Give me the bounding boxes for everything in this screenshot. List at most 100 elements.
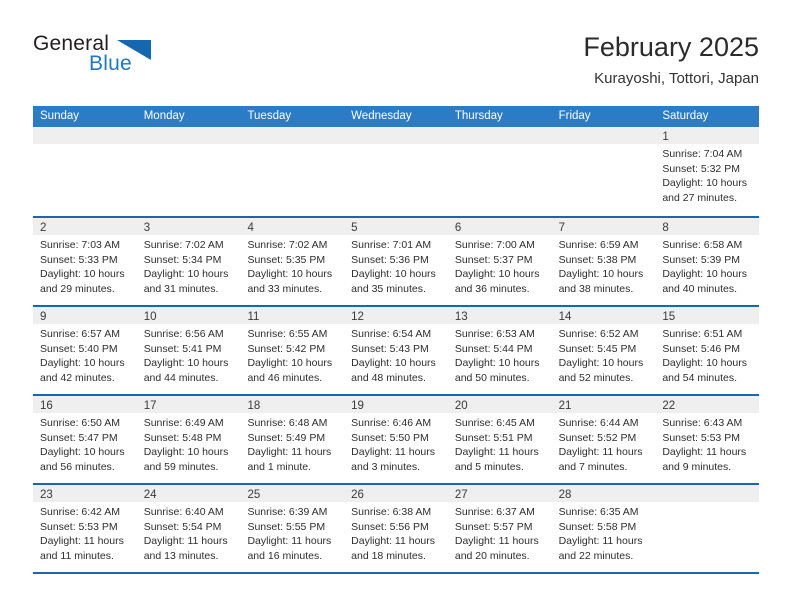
daylight-text-cont: and 22 minutes.	[558, 549, 634, 562]
calendar-day-cell[interactable]: 14 Sunrise: 6:52 AM Sunset: 5:45 PM Dayligh…	[551, 307, 656, 394]
grid-bottom-border	[33, 572, 759, 574]
sunset-text: Sunset: 5:37 PM	[454, 253, 533, 266]
calendar-day-cell[interactable]: 21 Sunrise: 6:44 AM Sunset: 5:52 PM Dayligh…	[551, 396, 656, 483]
calendar-day-cell[interactable]: 7 Sunrise: 6:59 AM Sunset: 5:38 PM Daylight…	[551, 218, 656, 305]
calendar-day-cell[interactable]: 10 Sunrise: 6:56 AM Sunset: 5:41 PM Dayligh…	[136, 307, 241, 394]
calendar-day-cell[interactable]: 18 Sunrise: 6:48 AM Sunset: 5:49 PM Dayligh…	[240, 396, 345, 483]
day-number-band	[551, 127, 656, 144]
day-details: Sunrise: 6:39 AM Sunset: 5:55 PM Daylight:…	[240, 502, 344, 563]
day-number: 16	[40, 400, 53, 412]
daylight-text-cont: and 3 minutes.	[351, 460, 421, 473]
weekday-header-friday: Friday	[558, 110, 591, 122]
day-details: Sunrise: 6:48 AM Sunset: 5:49 PM Daylight:…	[240, 413, 344, 474]
sunset-text: Sunset: 5:53 PM	[40, 520, 118, 533]
calendar-day-cell[interactable]: 17 Sunrise: 6:49 AM Sunset: 5:48 PM Dayligh…	[136, 396, 241, 483]
day-details: Sunrise: 6:40 AM Sunset: 5:54 PM Daylight:…	[137, 502, 241, 563]
weekday-header-sunday: Sunday	[40, 110, 80, 122]
calendar-day-cell[interactable]: 11 Sunrise: 6:55 AM Sunset: 5:42 PM Dayligh…	[240, 307, 345, 394]
day-number-band: 18	[240, 396, 345, 413]
day-number: 3	[143, 222, 151, 234]
day-number: 25	[247, 489, 261, 501]
sunrise-text: Sunrise: 7:02 AM	[247, 239, 328, 251]
sunrise-text: Sunrise: 6:53 AM	[454, 328, 535, 340]
day-number: 6	[454, 222, 462, 234]
calendar-day-cell[interactable]: 28 Sunrise: 6:35 AM Sunset: 5:58 PM Dayligh…	[551, 485, 656, 572]
calendar-day-cell-empty	[655, 485, 760, 572]
daylight-text: Daylight: 10 hours	[143, 357, 229, 370]
day-number-band: 15	[655, 307, 760, 324]
calendar-day-cell[interactable]: 15 Sunrise: 6:51 AM Sunset: 5:46 PM Dayligh…	[655, 307, 760, 394]
calendar-day-cell[interactable]: 1 Sunrise: 7:04 AM Sunset: 5:32 PM Daylight…	[655, 127, 760, 216]
calendar-day-cell[interactable]: 24 Sunrise: 6:40 AM Sunset: 5:54 PM Dayligh…	[136, 485, 241, 572]
calendar-day-cell[interactable]: 19 Sunrise: 6:46 AM Sunset: 5:50 PM Dayligh…	[344, 396, 448, 483]
sunrise-text: Sunrise: 6:42 AM	[40, 506, 120, 518]
sunset-text: Sunset: 5:36 PM	[351, 253, 429, 266]
daylight-text-cont: and 38 minutes.	[558, 282, 634, 295]
daylight-text: Daylight: 11 hours	[40, 535, 124, 548]
day-details: Sunrise: 6:46 AM Sunset: 5:50 PM Daylight:…	[344, 413, 448, 474]
calendar-day-cell[interactable]: 27 Sunrise: 6:37 AM Sunset: 5:57 PM Dayligh…	[447, 485, 552, 572]
daylight-text: Daylight: 10 hours	[454, 268, 540, 281]
sunset-text: Sunset: 5:42 PM	[247, 342, 326, 355]
daylight-text-cont: and 27 minutes.	[662, 191, 738, 204]
daylight-text-cont: and 11 minutes.	[40, 549, 114, 562]
daylight-text-cont: and 13 minutes.	[143, 549, 219, 562]
day-number-band: 13	[447, 307, 552, 324]
day-number-band: 6	[447, 218, 552, 235]
calendar-day-cell[interactable]: 9 Sunrise: 6:57 AM Sunset: 5:40 PM Daylight…	[33, 307, 137, 394]
calendar-week-row: 1 Sunrise: 7:04 AM Sunset: 5:32 PM Daylight…	[33, 127, 760, 216]
daylight-text: Daylight: 11 hours	[558, 446, 643, 459]
day-number: 23	[40, 489, 53, 501]
day-number: 19	[351, 400, 364, 412]
daylight-text: Daylight: 10 hours	[247, 268, 333, 281]
daylight-text-cont: and 20 minutes.	[454, 549, 530, 562]
day-number: 8	[662, 222, 669, 234]
calendar-day-cell[interactable]: 8 Sunrise: 6:58 AM Sunset: 5:39 PM Daylight…	[655, 218, 760, 305]
day-details: Sunrise: 6:49 AM Sunset: 5:48 PM Daylight:…	[137, 413, 241, 474]
weekday-header-monday: Monday	[143, 110, 185, 122]
day-number-band: 19	[344, 396, 448, 413]
day-details: Sunrise: 6:57 AM Sunset: 5:40 PM Daylight:…	[33, 324, 137, 385]
calendar-day-cell[interactable]: 23 Sunrise: 6:42 AM Sunset: 5:53 PM Dayligh…	[33, 485, 137, 572]
daylight-text: Daylight: 10 hours	[351, 268, 436, 281]
sunset-text: Sunset: 5:38 PM	[558, 253, 637, 266]
day-number: 14	[558, 311, 572, 323]
sunset-text: Sunset: 5:45 PM	[558, 342, 637, 355]
calendar-day-cell[interactable]: 13 Sunrise: 6:53 AM Sunset: 5:44 PM Dayligh…	[447, 307, 552, 394]
daylight-text: Daylight: 11 hours	[558, 535, 643, 548]
calendar-day-cell[interactable]: 3 Sunrise: 7:02 AM Sunset: 5:34 PM Daylight…	[136, 218, 241, 305]
daylight-text: Daylight: 11 hours	[662, 446, 747, 459]
daylight-text: Daylight: 11 hours	[247, 535, 332, 548]
calendar-day-cell[interactable]: 12 Sunrise: 6:54 AM Sunset: 5:43 PM Dayligh…	[344, 307, 448, 394]
day-details	[655, 502, 759, 505]
daylight-text: Daylight: 11 hours	[351, 446, 436, 459]
calendar-day-cell[interactable]: 25 Sunrise: 6:39 AM Sunset: 5:55 PM Dayligh…	[240, 485, 345, 572]
day-details: Sunrise: 6:38 AM Sunset: 5:56 PM Daylight:…	[344, 502, 448, 563]
daylight-text-cont: and 56 minutes.	[40, 460, 115, 473]
daylight-text-cont: and 33 minutes.	[247, 282, 323, 295]
sunrise-text: Sunrise: 6:49 AM	[143, 417, 224, 429]
sunrise-text: Sunrise: 6:59 AM	[558, 239, 639, 251]
calendar-day-cell[interactable]: 5 Sunrise: 7:01 AM Sunset: 5:36 PM Daylight…	[344, 218, 448, 305]
daylight-text-cont: and 52 minutes.	[558, 371, 634, 384]
day-number-band: 1	[655, 127, 760, 144]
calendar-day-cell[interactable]: 22 Sunrise: 6:43 AM Sunset: 5:53 PM Dayligh…	[655, 396, 760, 483]
calendar-day-cell-empty	[447, 127, 552, 216]
page-header: General Blue February 2025 Kurayoshi, To…	[33, 30, 759, 100]
sunset-text: Sunset: 5:55 PM	[247, 520, 326, 533]
calendar-day-cell[interactable]: 2 Sunrise: 7:03 AM Sunset: 5:33 PM Daylight…	[33, 218, 137, 305]
day-number: 10	[143, 311, 157, 323]
calendar-day-cell[interactable]: 16 Sunrise: 6:50 AM Sunset: 5:47 PM Dayligh…	[33, 396, 137, 483]
daylight-text: Daylight: 10 hours	[40, 357, 125, 370]
day-number: 11	[247, 311, 260, 323]
calendar-day-cell[interactable]: 4 Sunrise: 7:02 AM Sunset: 5:35 PM Daylight…	[240, 218, 345, 305]
day-number-band: 9	[33, 307, 137, 324]
calendar-day-cell[interactable]: 20 Sunrise: 6:45 AM Sunset: 5:51 PM Dayligh…	[447, 396, 552, 483]
day-number-band	[240, 127, 345, 144]
calendar-day-cell[interactable]: 26 Sunrise: 6:38 AM Sunset: 5:56 PM Dayligh…	[344, 485, 448, 572]
page-title: February 2025	[583, 32, 759, 62]
page-subtitle: Kurayoshi, Tottori, Japan	[594, 70, 759, 87]
daylight-text-cont: and 44 minutes.	[143, 371, 219, 384]
sunrise-text: Sunrise: 6:57 AM	[40, 328, 120, 340]
calendar-day-cell[interactable]: 6 Sunrise: 7:00 AM Sunset: 5:37 PM Daylight…	[447, 218, 552, 305]
